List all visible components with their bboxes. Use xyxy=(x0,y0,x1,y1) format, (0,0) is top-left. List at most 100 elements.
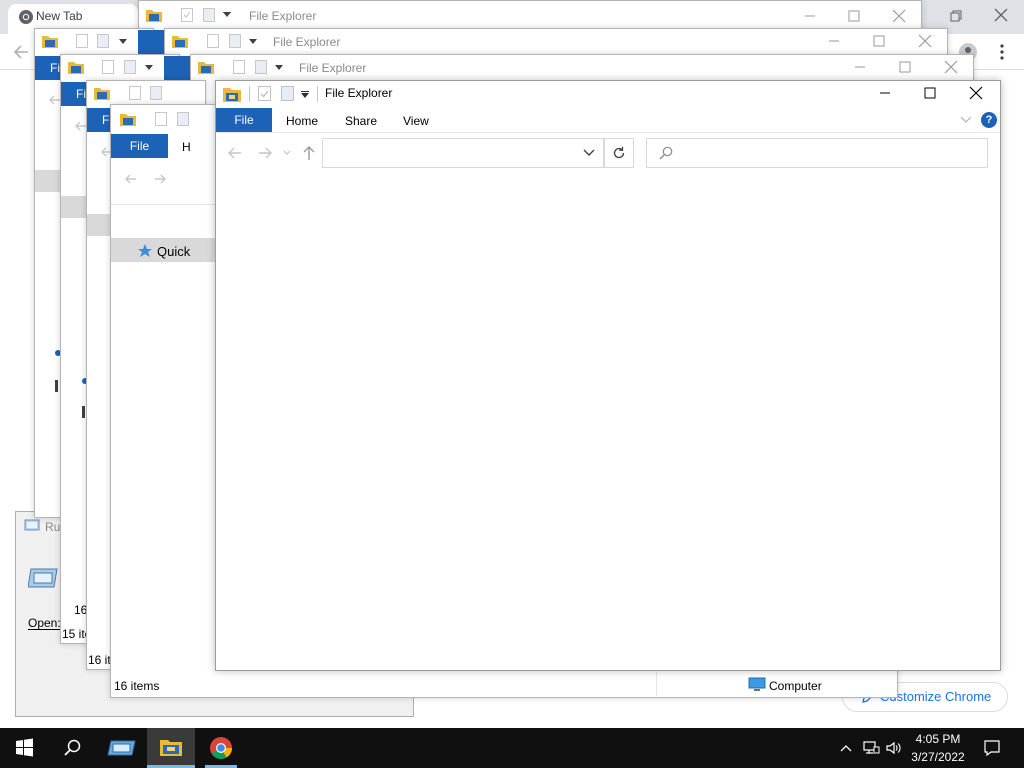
checkbox-icon[interactable] xyxy=(258,86,271,101)
ribbon-divider xyxy=(111,204,215,205)
minimize-icon[interactable] xyxy=(802,8,818,24)
close-icon[interactable] xyxy=(990,4,1012,26)
status-item-count: 16 it xyxy=(88,653,111,667)
nav-mark xyxy=(55,380,58,392)
back-arrow-icon[interactable] xyxy=(12,42,32,62)
dropdown-arrow-icon[interactable] xyxy=(301,91,309,98)
status-item-count: 16 items xyxy=(114,679,160,693)
forward-arrow-icon[interactable] xyxy=(256,145,274,161)
undo-icon[interactable] xyxy=(255,60,267,74)
folder-icon xyxy=(197,59,215,75)
search-input[interactable] xyxy=(646,138,988,168)
checkbox-icon[interactable] xyxy=(181,8,193,22)
file-tab-edge xyxy=(164,56,190,80)
folder-icon xyxy=(93,85,111,101)
explorer-title: File Explorer xyxy=(299,61,367,75)
close-icon[interactable] xyxy=(966,83,986,103)
star-icon xyxy=(137,243,153,259)
chrome-tab-title: New Tab xyxy=(36,9,83,23)
folder-icon xyxy=(222,85,242,103)
chrome-logo-icon xyxy=(18,9,34,25)
checkbox-icon[interactable] xyxy=(102,60,114,74)
refresh-icon[interactable] xyxy=(611,145,627,161)
clock-date[interactable]: 3/27/2022 xyxy=(900,750,976,764)
chevron-down-icon[interactable] xyxy=(582,147,596,159)
network-icon[interactable] xyxy=(862,739,880,757)
home-tab[interactable]: Home xyxy=(286,114,318,128)
close-icon[interactable] xyxy=(916,32,934,50)
status-divider xyxy=(656,672,657,696)
undo-icon[interactable] xyxy=(203,8,215,22)
back-arrow-icon[interactable] xyxy=(123,171,139,187)
qat-separator xyxy=(249,86,250,102)
file-tab[interactable]: File xyxy=(111,134,168,158)
dropdown-arrow-icon[interactable] xyxy=(249,38,257,44)
notification-icon[interactable] xyxy=(982,738,1002,758)
run-app-icon xyxy=(24,519,40,533)
undo-icon[interactable] xyxy=(97,34,109,48)
folder-icon xyxy=(145,7,163,23)
dropdown-arrow-icon[interactable] xyxy=(119,38,127,44)
computer-label: Computer xyxy=(769,679,822,693)
dropdown-arrow-icon[interactable] xyxy=(223,12,231,18)
nav-mark xyxy=(82,406,85,418)
close-icon[interactable] xyxy=(890,7,908,25)
checkbox-icon[interactable] xyxy=(129,86,141,100)
run-app-icon[interactable] xyxy=(98,728,146,768)
file-tab-edge xyxy=(138,30,164,54)
up-arrow-icon[interactable] xyxy=(300,144,318,162)
address-bar[interactable] xyxy=(322,138,604,168)
undo-icon[interactable] xyxy=(229,34,241,48)
file-explorer-window xyxy=(215,80,1001,671)
explorer-title: File Explorer xyxy=(249,9,317,23)
file-explorer-taskbar-icon[interactable] xyxy=(147,728,195,768)
run-dialog-title: Ru xyxy=(45,520,61,534)
recent-locations-icon[interactable] xyxy=(283,150,291,156)
minimize-icon[interactable] xyxy=(826,33,842,49)
dropdown-arrow-icon[interactable] xyxy=(275,64,283,70)
undo-icon[interactable] xyxy=(177,112,189,126)
window-title: File Explorer xyxy=(325,86,393,100)
quick-access-label: Quick xyxy=(157,244,191,259)
checkbox-icon[interactable] xyxy=(76,34,88,48)
expand-ribbon-icon[interactable] xyxy=(960,115,972,125)
folder-icon xyxy=(41,33,59,49)
dropdown-arrow-icon[interactable] xyxy=(145,64,153,70)
computer-icon xyxy=(748,677,766,693)
undo-icon[interactable] xyxy=(124,60,136,74)
ribbon-divider xyxy=(216,132,1000,133)
home-tab[interactable]: H xyxy=(182,140,191,154)
maximize-icon[interactable] xyxy=(897,59,913,75)
checkbox-icon[interactable] xyxy=(155,112,167,126)
checkbox-icon[interactable] xyxy=(207,34,219,48)
undo-icon[interactable] xyxy=(150,86,162,100)
more-icon[interactable] xyxy=(994,42,1010,62)
restore-icon[interactable] xyxy=(946,6,966,26)
close-icon[interactable] xyxy=(942,58,960,76)
folder-icon xyxy=(171,33,189,49)
maximize-icon[interactable] xyxy=(921,84,939,102)
clock-time[interactable]: 4:05 PM xyxy=(900,732,976,746)
share-tab[interactable]: Share xyxy=(345,114,377,128)
forward-arrow-icon[interactable] xyxy=(152,171,168,187)
search-taskbar-icon[interactable] xyxy=(48,728,96,768)
view-tab[interactable]: View xyxy=(403,114,429,128)
back-arrow-icon[interactable] xyxy=(226,145,244,161)
folder-icon xyxy=(67,59,85,75)
file-tab[interactable]: File xyxy=(216,108,272,132)
search-icon xyxy=(658,145,674,161)
help-icon[interactable]: ? xyxy=(981,112,997,128)
explorer-title: File Explorer xyxy=(273,35,341,49)
minimize-icon[interactable] xyxy=(876,84,894,102)
maximize-icon[interactable] xyxy=(846,8,862,24)
qat-separator xyxy=(317,86,318,102)
maximize-icon[interactable] xyxy=(871,33,887,49)
run-app-icon xyxy=(28,566,60,592)
minimize-icon[interactable] xyxy=(852,59,868,75)
chrome-taskbar-icon[interactable] xyxy=(197,728,245,768)
checkbox-icon[interactable] xyxy=(233,60,245,74)
run-open-label: Open: xyxy=(28,616,61,630)
chevron-up-icon[interactable] xyxy=(838,740,854,756)
start-button[interactable] xyxy=(0,728,48,768)
undo-icon[interactable] xyxy=(281,86,294,101)
